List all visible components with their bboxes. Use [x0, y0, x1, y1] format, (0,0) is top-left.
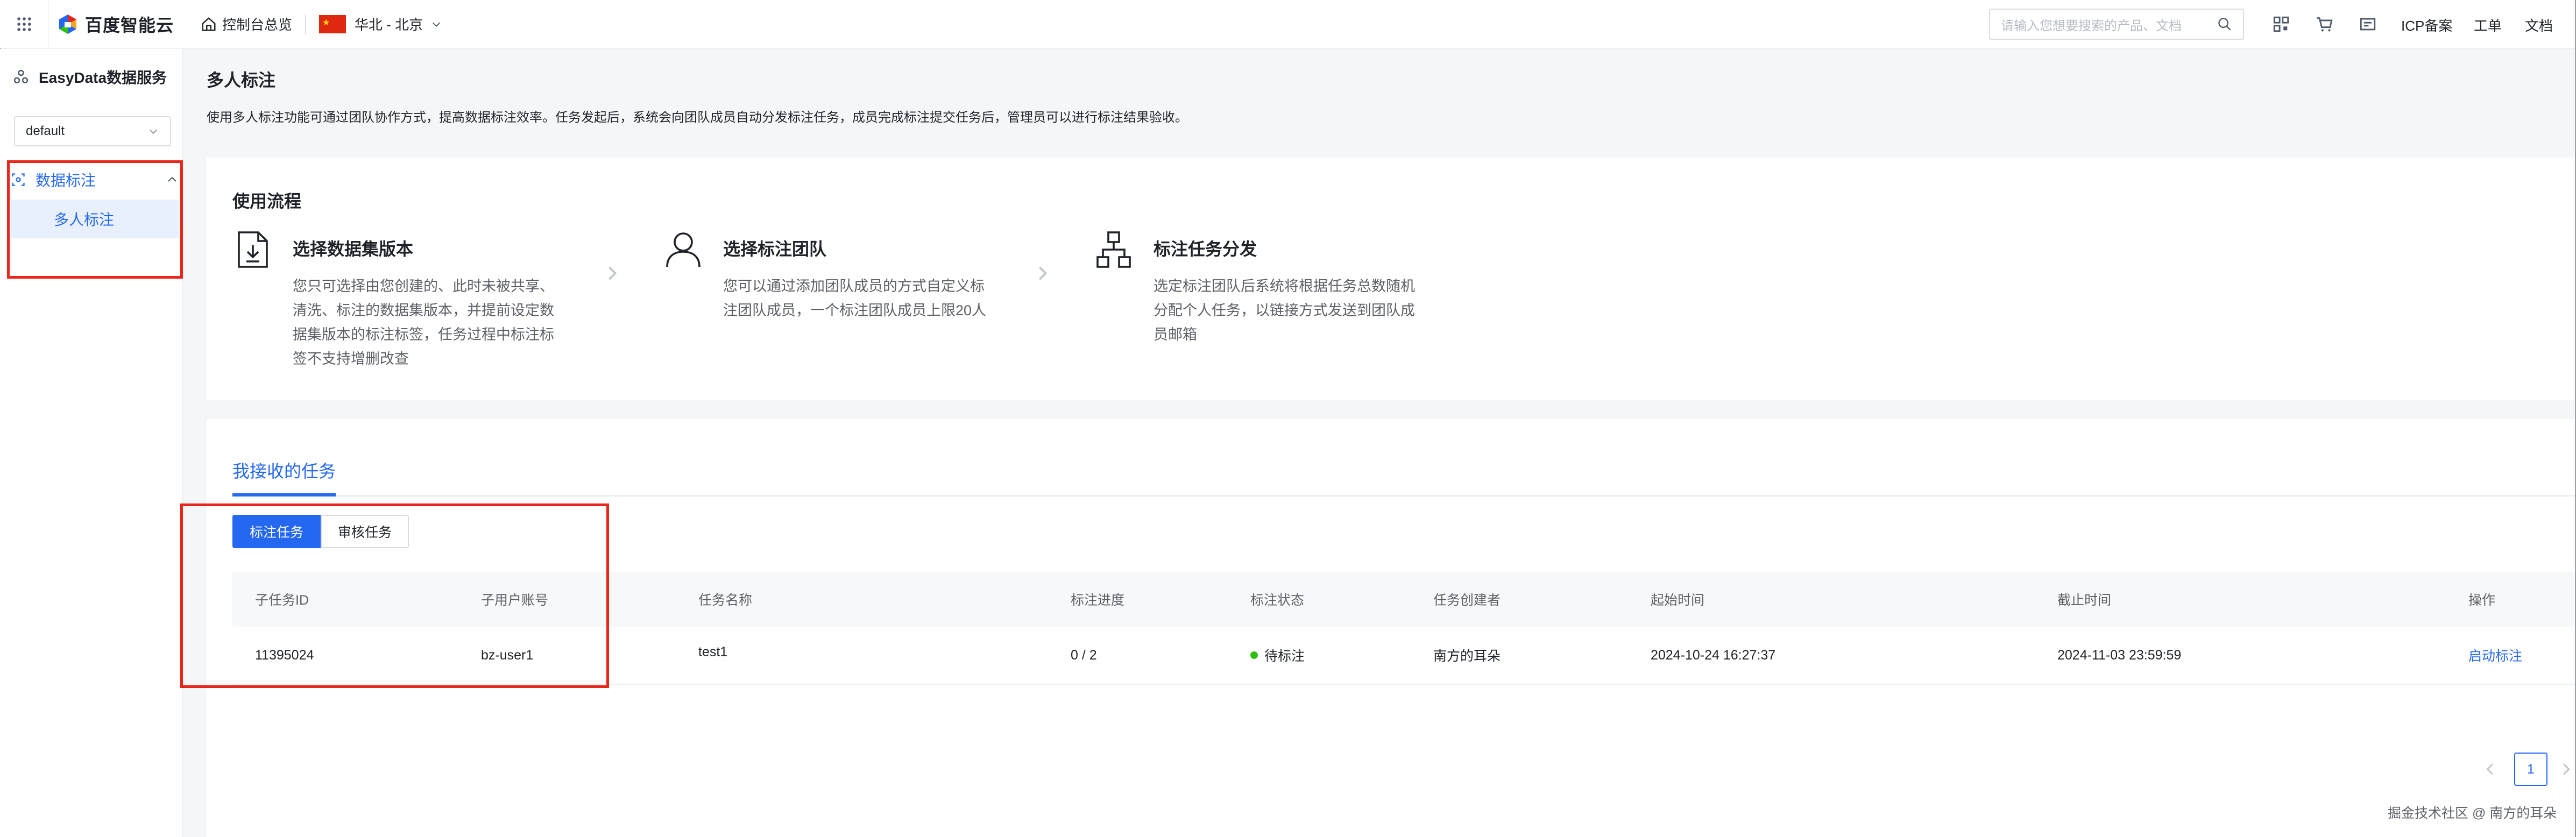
column-header: 任务名称 — [698, 593, 753, 608]
flow-title: 使用流程 — [232, 191, 302, 211]
chevron-down-icon — [433, 22, 441, 27]
column-header: 标注状态 — [1250, 593, 1305, 608]
home-icon — [202, 17, 216, 31]
tab-active-indicator — [232, 493, 336, 496]
task-creator: 南方的耳朵 — [1433, 649, 1501, 664]
apps-grid-icon — [17, 17, 31, 31]
user-icon — [666, 232, 700, 267]
flow-step-title: 选择标注团队 — [723, 239, 827, 259]
docs-link[interactable]: 文档 — [2525, 15, 2553, 35]
cluster-icon — [13, 69, 29, 83]
flow-step-desc: 选定标注团队后系统将根据任务总数随机分配个人任务，以链接方式发送到团队成员邮箱 — [1153, 278, 1415, 343]
column-header: 标注进度 — [1071, 593, 1125, 608]
search-icon[interactable] — [2217, 17, 2232, 32]
console-overview-link[interactable]: 控制台总览 — [201, 14, 292, 34]
tabs-divider — [232, 495, 2576, 496]
brand-logo[interactable]: 百度智能云 — [57, 12, 174, 37]
apps-grid-button[interactable] — [0, 0, 48, 48]
document-download-icon — [238, 231, 268, 268]
chevron-right-icon — [608, 266, 617, 280]
chevron-right-icon — [1039, 266, 1048, 280]
tab-received-tasks[interactable]: 我接收的任务 — [232, 458, 336, 483]
pagination-prev-icon[interactable] — [2482, 761, 2499, 777]
region-selector[interactable]: 华北 - 北京 — [319, 14, 442, 34]
global-search-input[interactable]: 请输入您想要搜索的产品、文档 — [1989, 9, 2244, 40]
watermark: 掘金技术社区 @ 南方的耳朵 — [2388, 806, 2557, 821]
end-time: 2024-11-03 23:59:59 — [2057, 647, 2182, 663]
chevron-down-icon — [149, 129, 158, 134]
workspace-select-value: default — [26, 124, 65, 138]
workspace-select[interactable]: default — [14, 116, 171, 146]
highlight-box-tasks — [180, 503, 609, 688]
search-placeholder: 请输入您想要搜索的产品、文档 — [2001, 18, 2182, 33]
flow-step-desc: 您可以通过添加团队成员的方式自定义标注团队成员，一个标注团队成员上限20人 — [723, 278, 987, 318]
annotation-progress: 0 / 2 — [1071, 647, 1097, 663]
hierarchy-icon — [1096, 231, 1131, 268]
column-header: 任务创建者 — [1433, 593, 1501, 608]
status-dot — [1250, 651, 1258, 659]
message-icon[interactable] — [2359, 15, 2377, 33]
column-header: 操作 — [2468, 593, 2496, 608]
flow-step-desc: 您只可选择由您创建的、此时未被共享、清洗、标注的数据集版本，并提前设定数据集版本… — [293, 278, 554, 367]
usage-flow-card: 使用流程 选择数据集版本 您只可选择由您创建的、此时未被共享、清洗、标注的数据集… — [207, 158, 2576, 400]
brand-name: 百度智能云 — [85, 15, 174, 35]
divider — [305, 14, 307, 34]
service-title-label: EasyData数据服务 — [39, 69, 167, 86]
flow-step-title: 标注任务分发 — [1153, 239, 1257, 259]
page-description: 使用多人标注功能可通过团队协作方式，提高数据标注效率。任务发起后，系统会向团队成… — [207, 110, 1188, 125]
column-header: 起始时间 — [1651, 593, 1705, 608]
highlight-box-sidebar — [7, 160, 183, 279]
annotation-status: 待标注 — [1250, 627, 1305, 684]
china-flag-icon — [319, 15, 346, 33]
baidu-cloud-logo-icon — [59, 14, 76, 34]
region-label: 华北 - 北京 — [355, 17, 423, 33]
qrcode-icon[interactable] — [2272, 15, 2290, 33]
column-header: 截止时间 — [2057, 593, 2112, 608]
flow-step-title: 选择数据集版本 — [293, 239, 414, 259]
task-name: test1 — [698, 644, 728, 659]
cart-icon[interactable] — [2316, 15, 2334, 33]
page-title: 多人标注 — [207, 70, 276, 90]
service-title: EasyData数据服务 — [13, 66, 167, 88]
icp-filing-link[interactable]: ICP备案 — [2401, 15, 2452, 35]
ticket-link[interactable]: 工单 — [2474, 15, 2502, 35]
start-time: 2024-10-24 16:27:37 — [1651, 647, 1776, 663]
pagination-next-icon[interactable] — [2558, 761, 2574, 777]
start-annotation-link[interactable]: 启动标注 — [2468, 627, 2522, 684]
status-label: 待标注 — [1264, 649, 1305, 664]
console-overview-label: 控制台总览 — [222, 17, 293, 33]
pagination-page-1[interactable]: 1 — [2514, 753, 2547, 786]
